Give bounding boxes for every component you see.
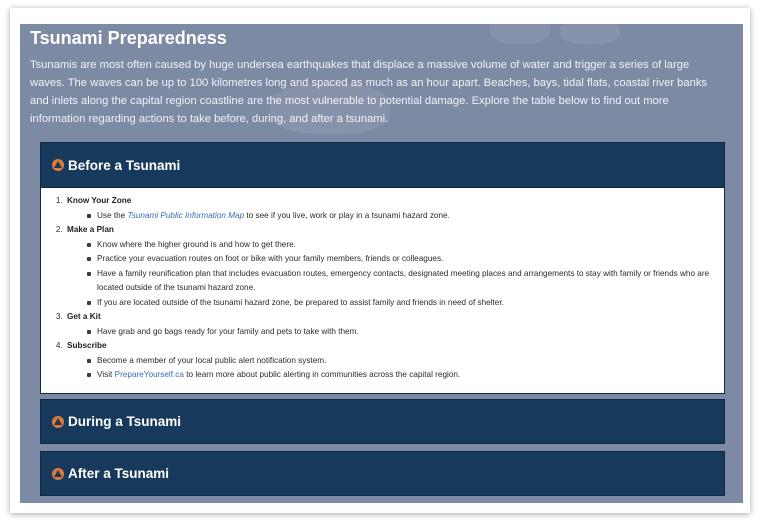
subitem-text: to see if you live, work or play in a ts… [244,210,450,220]
subitem-text: to learn more about public alerting in c… [183,370,461,379]
accordion-label-during: During a Tsunami [68,414,182,429]
step-subitem: If you are located outside of the tsunam… [87,296,716,311]
step-sublist: Use the Tsunami Public Information Map t… [67,209,716,224]
subitem-text: Practice your evacuation routes on foot … [97,254,444,263]
step-title: Make a Plan [67,225,114,234]
prepare-yourself-link[interactable]: PrepareYourself.ca [115,370,184,379]
accordion-header-during[interactable]: During a Tsunami [40,399,725,444]
step-subitem: Become a member of your local public ale… [87,354,716,369]
step-subitem: Practice your evacuation routes on foot … [87,252,716,267]
step-subitem: Have a family reunification plan that in… [87,267,716,296]
page-title: Tsunami Preparedness [30,28,227,48]
accordion-before: Before a Tsunami Know Your Zone Use the T… [40,142,725,394]
map-background-shape [490,24,550,44]
step-subitem: Have grab and go bags ready for your fam… [87,325,716,340]
tsunami-map-link[interactable]: Tsunami Public Information Map [128,211,245,220]
step-item: Subscribe Become a member of your local p… [65,339,716,383]
step-subitem: Know where the higher ground is and how … [87,238,716,253]
subitem-text: Visit [97,370,115,379]
step-subitem: Use the Tsunami Public Information Map t… [87,209,716,224]
step-subitem: Visit PrepareYourself.ca to learn more a… [87,368,716,383]
subitem-text: Have grab and go bags ready for your fam… [97,326,359,336]
triangle-up-icon [52,159,64,171]
triangle-up-icon [52,415,64,428]
accordion-label-before: Before a Tsunami [68,157,181,173]
intro-paragraph: Tsunamis are most often caused by huge u… [30,59,708,125]
subitem-text: Use the [97,210,128,220]
step-sublist: Have grab and go bags ready for your fam… [67,325,716,340]
map-background-shape [560,24,620,44]
accordion-header-after[interactable]: After a Tsunami [40,451,725,496]
subitem-text: If you are located outside of the tsunam… [97,297,504,307]
step-title: Know Your Zone [67,196,132,205]
step-item: Get a Kit Have grab and go bags ready for… [65,310,716,339]
accordion-header-before[interactable]: Before a Tsunami [40,142,725,188]
accordion-body-before: Know Your Zone Use the Tsunami Public Inf… [40,188,725,394]
subitem-text: Become a member of your local public ale… [97,355,327,365]
tsunami-preparedness-panel: Tsunami Preparedness Tsunamis are most o… [20,24,743,503]
accordion-during: During a Tsunami [40,399,725,444]
subitem-text: Have a family reunification plan that in… [97,268,710,293]
triangle-up-icon [52,467,64,480]
step-item: Make a Plan Know where the higher ground … [65,223,716,310]
step-title: Get a Kit [67,312,101,321]
step-item: Know Your Zone Use the Tsunami Public Inf… [65,194,716,223]
subitem-text: Know where the higher ground is and how … [97,239,296,249]
accordion-label-after: After a Tsunami [68,466,170,481]
step-sublist: Become a member of your local public ale… [67,354,716,383]
accordion-after: After a Tsunami [40,451,725,496]
step-title: Subscribe [67,341,107,350]
steps-list: Know Your Zone Use the Tsunami Public Inf… [47,194,716,383]
step-sublist: Know where the higher ground is and how … [67,238,716,311]
